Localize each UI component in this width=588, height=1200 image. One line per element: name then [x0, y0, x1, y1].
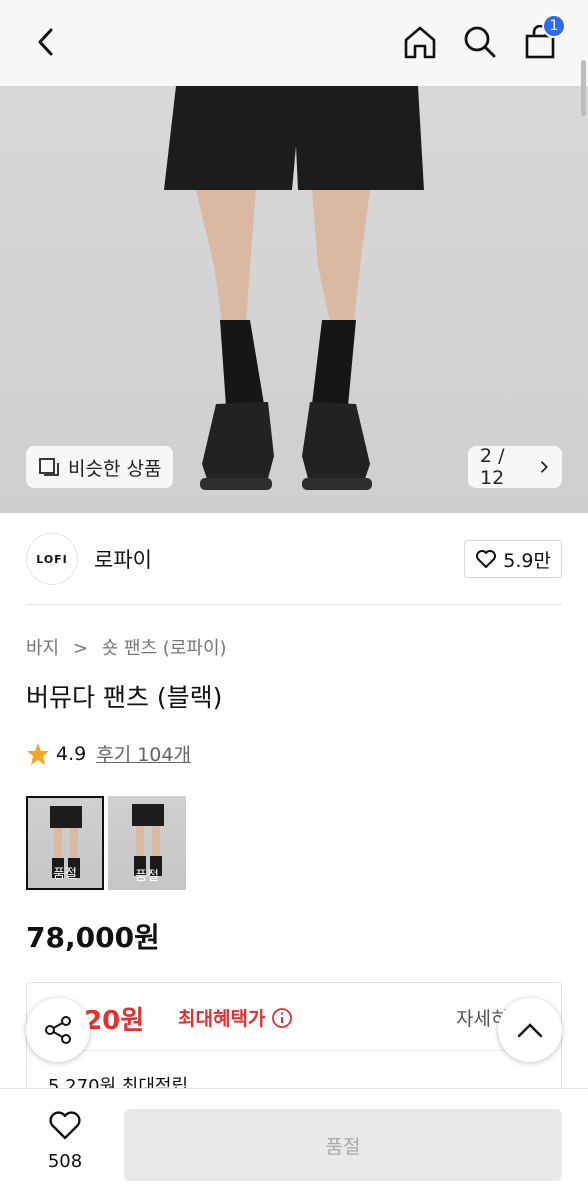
review-count-link[interactable]: 후기 104개	[96, 740, 191, 767]
option-thumbnail[interactable]: 품절	[108, 796, 186, 890]
search-button[interactable]	[458, 20, 502, 64]
product-price: 78,000원	[26, 921, 160, 954]
rating-row: 4.9 후기 104개	[26, 740, 191, 767]
chevron-left-icon	[38, 28, 53, 56]
heart-icon	[49, 1111, 81, 1140]
home-button[interactable]	[398, 20, 442, 64]
brand-row: LOFI 로파이 5.9만	[26, 532, 562, 586]
option-status: 품절	[135, 869, 159, 884]
cart-count-badge: 1	[542, 14, 566, 38]
chevron-right-icon	[540, 461, 548, 473]
bottom-action-bar: 508 품절	[0, 1088, 588, 1200]
search-icon	[464, 26, 496, 58]
rating-value: 4.9	[56, 742, 87, 765]
breadcrumb-separator-icon: >	[72, 638, 88, 659]
similar-products-label: 비슷한 상품	[68, 457, 162, 480]
chevron-up-icon	[517, 1023, 543, 1038]
breadcrumb-category[interactable]: 바지	[26, 638, 59, 659]
home-icon	[404, 26, 436, 59]
wishlist-button[interactable]: 508	[30, 1111, 100, 1172]
breadcrumb: 바지 > 숏 팬츠 (로파이)	[26, 634, 227, 660]
cart-button[interactable]: 1	[518, 14, 566, 64]
share-button[interactable]	[26, 998, 90, 1062]
brand-logo[interactable]: LOFI	[26, 533, 78, 585]
option-thumbnail[interactable]: 품절	[26, 796, 104, 890]
heart-icon	[476, 550, 497, 568]
scroll-top-button[interactable]	[498, 998, 562, 1062]
copy-icon	[39, 458, 59, 476]
wishlist-count: 508	[47, 1151, 83, 1172]
sold-out-button[interactable]: 품절	[124, 1109, 562, 1181]
product-title: 버뮤다 팬츠 (블랙)	[26, 683, 223, 712]
image-page-indicator[interactable]: 2 / 12	[468, 445, 562, 489]
back-button[interactable]	[24, 20, 68, 64]
brand-like-button[interactable]: 5.9만	[464, 540, 562, 578]
benefit-label: 최대혜택가	[178, 1008, 266, 1030]
share-icon	[45, 1016, 71, 1044]
scrollbar[interactable]	[581, 60, 586, 116]
brand-logo-text: LOFI	[36, 552, 68, 566]
similar-products-button[interactable]: 비슷한 상품	[26, 446, 174, 488]
top-nav-bar: 1	[0, 0, 588, 86]
option-status: 품절	[53, 867, 77, 882]
info-icon[interactable]	[271, 1007, 293, 1029]
brand-name[interactable]: 로파이	[94, 544, 152, 574]
divider	[26, 604, 562, 605]
divider	[48, 1050, 542, 1051]
brand-like-count: 5.9만	[503, 549, 551, 572]
page-indicator-text: 2 / 12	[480, 445, 505, 489]
breadcrumb-subcategory[interactable]: 숏 팬츠 (로파이)	[102, 638, 227, 659]
star-icon	[27, 742, 49, 765]
benefit-label-row: 최대혜택가	[178, 1004, 293, 1031]
